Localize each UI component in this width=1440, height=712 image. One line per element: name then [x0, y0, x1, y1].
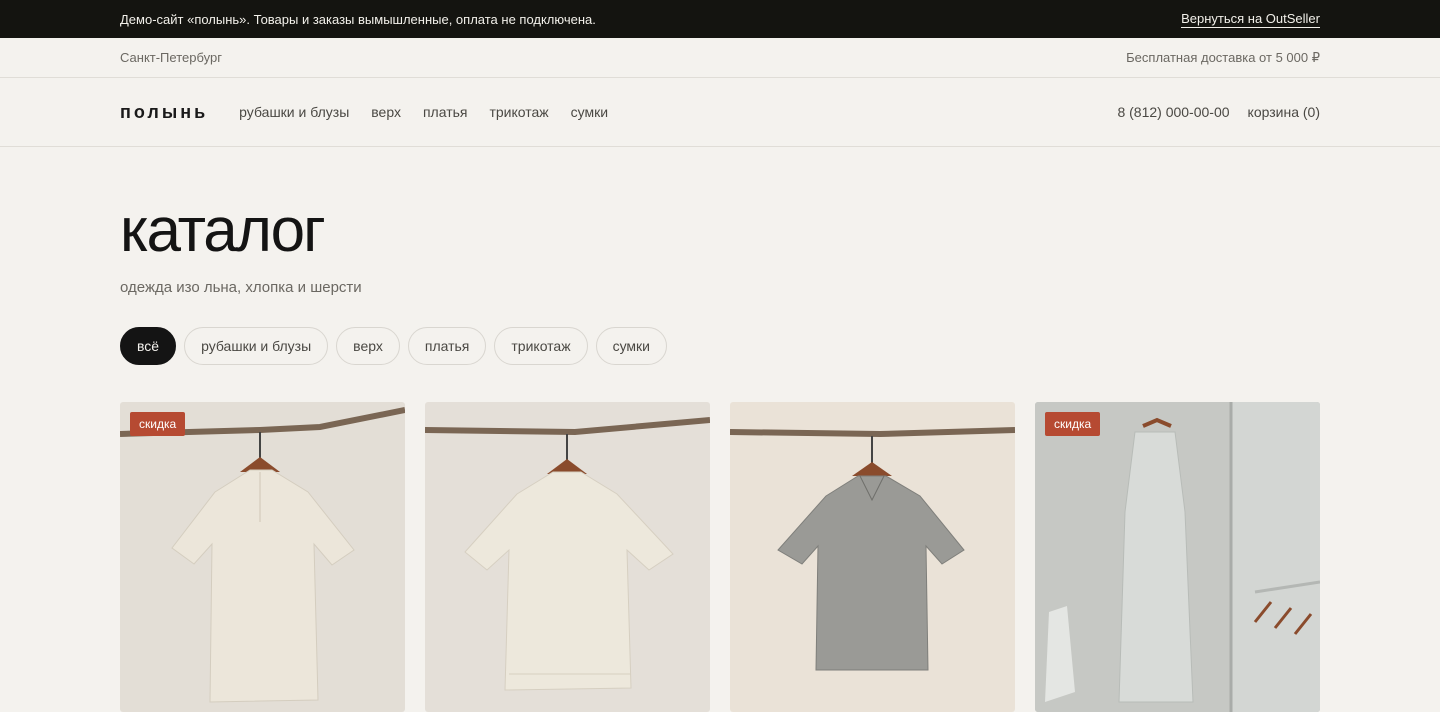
- filter-dresses[interactable]: платья: [407, 327, 487, 365]
- product-image: [425, 417, 710, 691]
- nav-item-dresses[interactable]: платья: [423, 104, 468, 120]
- filter-bags[interactable]: сумки: [595, 327, 667, 365]
- product-image: [1035, 402, 1320, 712]
- logo[interactable]: полынь: [120, 102, 208, 123]
- product-card[interactable]: [425, 402, 710, 712]
- product-card[interactable]: скидка: [1035, 402, 1320, 712]
- nav-item-shirts[interactable]: рубашки и блузы: [239, 104, 349, 120]
- product-card[interactable]: скидка: [120, 402, 405, 712]
- delivery-note: Бесплатная доставка от 5 000 ₽: [1126, 49, 1320, 65]
- discount-badge: скидка: [1045, 412, 1101, 436]
- product-image: [730, 427, 1015, 671]
- nav-item-knitwear[interactable]: трикотаж: [489, 104, 548, 120]
- catalog-section: каталог одежда изо льна, хлопка и шерсти…: [0, 193, 1440, 712]
- demo-notice-text: Демо-сайт «полынь». Товары и заказы вымы…: [120, 11, 596, 27]
- product-grid: скидка скидка: [120, 402, 1320, 712]
- filter-all[interactable]: всё: [120, 327, 177, 365]
- city-label: Санкт-Петербург: [120, 50, 222, 65]
- main-nav: рубашки и блузы верх платья трикотаж сум…: [239, 104, 608, 120]
- product-card[interactable]: [730, 402, 1015, 712]
- nav-item-bags[interactable]: сумки: [571, 104, 608, 120]
- category-filters: всё рубашки и блузы верх платья трикотаж…: [120, 327, 1320, 365]
- discount-badge: скидка: [130, 412, 186, 436]
- page-subtitle: одежда изо льна, хлопка и шерсти: [120, 279, 362, 296]
- product-image: [120, 407, 405, 703]
- cart-link[interactable]: корзина (0): [1248, 104, 1320, 120]
- site-header: полынь рубашки и блузы верх платья трико…: [0, 78, 1440, 147]
- nav-item-outerwear[interactable]: верх: [371, 104, 401, 120]
- filter-shirts[interactable]: рубашки и блузы: [184, 327, 329, 365]
- page-title: каталог: [120, 196, 326, 265]
- info-bar: Санкт-Петербург Бесплатная доставка от 5…: [0, 38, 1440, 78]
- back-to-outseller-link[interactable]: Вернуться на OutSeller: [1181, 11, 1320, 28]
- filter-outerwear[interactable]: верх: [336, 327, 400, 365]
- filter-knitwear[interactable]: трикотаж: [494, 327, 588, 365]
- phone-link[interactable]: 8 (812) 000-00-00: [1117, 104, 1229, 120]
- demo-notice-bar: Демо-сайт «полынь». Товары и заказы вымы…: [0, 0, 1440, 38]
